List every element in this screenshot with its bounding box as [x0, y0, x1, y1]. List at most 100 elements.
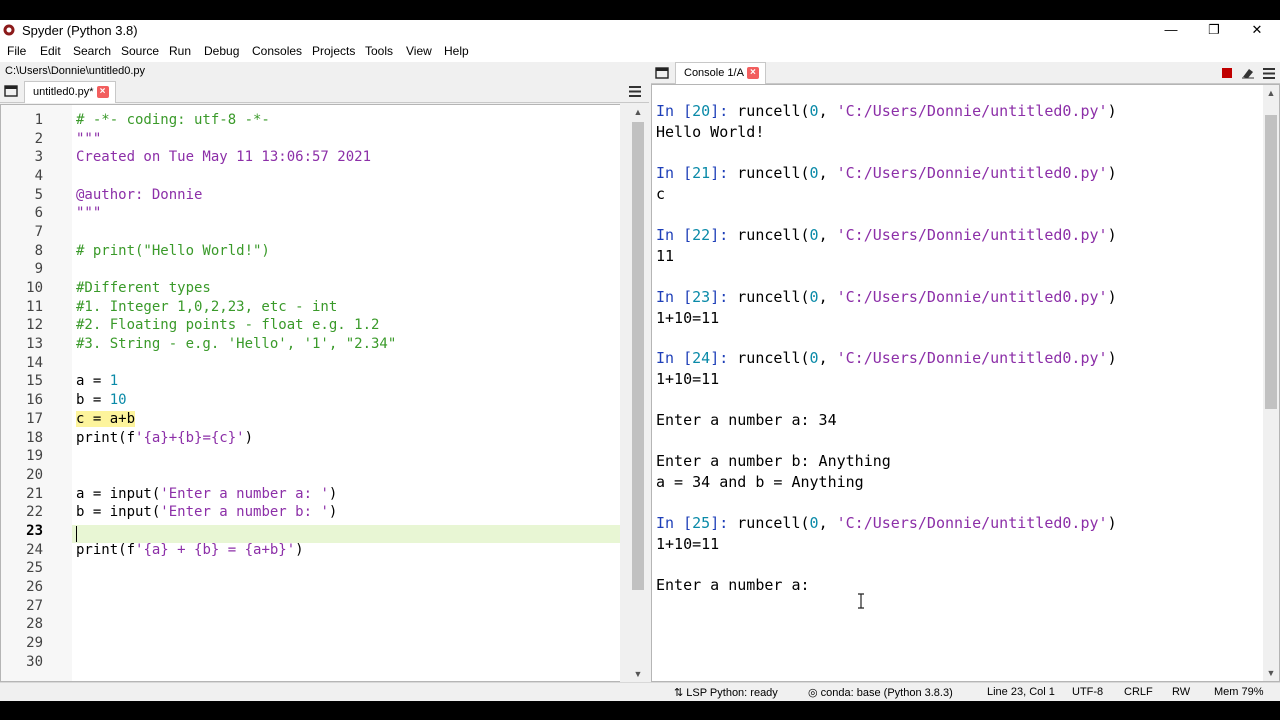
line-number: 16	[26, 392, 43, 408]
menu-bar: File Edit Search Source Run Debug Consol…	[0, 42, 1280, 62]
scroll-down-icon[interactable]: ▼	[630, 666, 646, 682]
menu-run[interactable]: Run	[169, 44, 191, 58]
menu-edit[interactable]: Edit	[40, 44, 61, 58]
status-bar: ⇅ LSP Python: ready ◎ conda: base (Pytho…	[0, 682, 1280, 701]
code-line: #2. Floating points - float e.g. 1.2	[76, 317, 380, 333]
line-number: 11	[26, 299, 43, 315]
console-output-line: 11	[656, 247, 675, 265]
tab-untitled0[interactable]: untitled0.py* ×	[24, 81, 116, 103]
console-prompt-line: Enter a number a:	[656, 576, 810, 594]
line-number: 9	[34, 261, 43, 277]
line-number: 17	[26, 411, 43, 427]
options-menu-icon[interactable]	[629, 86, 641, 97]
line-number: 1	[34, 112, 43, 128]
line-number: 12	[26, 317, 43, 333]
stop-icon[interactable]	[1222, 68, 1232, 78]
console-output-line: c	[656, 185, 666, 203]
title-bar: Spyder (Python 3.8) — ❐ ✕	[0, 20, 1280, 42]
line-number: 5	[34, 187, 43, 203]
menu-tools[interactable]: Tools	[365, 44, 393, 58]
code-line: print(f'{a}+{b}={c}')	[76, 430, 254, 446]
options-menu-icon[interactable]	[1263, 68, 1275, 79]
minimize-button[interactable]: —	[1151, 20, 1191, 42]
code-line: """	[76, 205, 102, 221]
menu-projects[interactable]: Projects	[312, 44, 355, 58]
file-path: C:\Users\Donnie\untitled0.py	[5, 65, 146, 77]
console-output-line: Enter a number a: 34	[656, 411, 837, 429]
code-line: print(f'{a} + {b} = {a+b}')	[76, 542, 304, 558]
menu-search[interactable]: Search	[73, 44, 111, 58]
menu-consoles[interactable]: Consoles	[252, 44, 302, 58]
line-number: 4	[34, 168, 43, 184]
file-encoding: UTF-8	[1072, 686, 1104, 698]
spyder-logo-icon	[3, 24, 15, 36]
line-number: 21	[26, 486, 43, 502]
console-pane: Console 1/A × In [20]: runcell(0, 'C:/Use…	[651, 62, 1280, 682]
console-output-line: Enter a number b: Anything	[656, 452, 891, 470]
console-scrollbar[interactable]: ▲ ▼	[1263, 85, 1279, 681]
code-line: a = 1	[76, 373, 119, 389]
text-caret	[76, 526, 77, 542]
menu-debug[interactable]: Debug	[204, 44, 239, 58]
console-input-line: In [22]: runcell(0, 'C:/Users/Donnie/unt…	[656, 226, 1117, 244]
close-tab-icon[interactable]: ×	[746, 67, 759, 80]
line-number: 8	[34, 243, 43, 259]
editor-pane: C:\Users\Donnie\untitled0.py untitled0.p…	[0, 62, 649, 682]
line-number: 15	[26, 373, 43, 389]
browse-tabs-icon[interactable]	[4, 85, 18, 97]
scroll-up-icon[interactable]: ▲	[1263, 85, 1279, 101]
console-input-line: In [25]: runcell(0, 'C:/Users/Donnie/unt…	[656, 514, 1117, 532]
current-line-highlight	[72, 525, 620, 543]
menu-file[interactable]: File	[7, 44, 26, 58]
close-tab-icon[interactable]: ×	[96, 86, 109, 99]
line-number: 20	[26, 467, 43, 483]
lsp-icon: ⇅	[674, 687, 684, 699]
line-number: 30	[26, 654, 43, 670]
console-input-line: In [23]: runcell(0, 'C:/Users/Donnie/unt…	[656, 288, 1117, 306]
line-endings: CRLF	[1124, 686, 1153, 698]
tab-console[interactable]: Console 1/A ×	[675, 62, 766, 84]
menu-source[interactable]: Source	[121, 44, 159, 58]
conda-status-text: conda: base (Python 3.8.3)	[820, 687, 953, 699]
lsp-status: ⇅ LSP Python: ready	[674, 686, 778, 699]
lsp-status-text: LSP Python: ready	[686, 687, 778, 699]
code-editor[interactable]: 1 2 3 4 5 6 7 8 9 10 11 12 13 14 15 16 1…	[0, 104, 620, 682]
window-title: Spyder (Python 3.8)	[22, 23, 138, 38]
tab-label: Console 1/A	[684, 67, 744, 79]
ipython-console[interactable]: In [20]: runcell(0, 'C:/Users/Donnie/unt…	[651, 84, 1280, 682]
editor-scrollbar[interactable]: ▲ ▼	[630, 104, 646, 682]
menu-view[interactable]: View	[406, 44, 432, 58]
scroll-down-icon[interactable]: ▼	[1263, 665, 1279, 681]
code-line: # print("Hello World!")	[76, 243, 270, 259]
console-output-line: Hello World!	[656, 123, 765, 141]
scroll-thumb[interactable]	[632, 122, 644, 590]
spyder-window: Spyder (Python 3.8) — ❐ ✕ File Edit Sear…	[0, 20, 1280, 701]
editor-tab-bar: untitled0.py* ×	[0, 81, 649, 103]
code-line: #3. String - e.g. 'Hello', '1', "2.34"	[76, 336, 397, 352]
menu-help[interactable]: Help	[444, 44, 469, 58]
line-number: 24	[26, 542, 43, 558]
scroll-thumb[interactable]	[1265, 115, 1277, 409]
line-number: 22	[26, 504, 43, 520]
console-input-line: In [24]: runcell(0, 'C:/Users/Donnie/unt…	[656, 349, 1117, 367]
line-number: 6	[34, 205, 43, 221]
line-number: 27	[26, 598, 43, 614]
line-number: 3	[34, 149, 43, 165]
memory-usage: Mem 79%	[1214, 686, 1264, 698]
console-output-line: a = 34 and b = Anything	[656, 473, 864, 491]
code-line: @author: Donnie	[76, 187, 203, 203]
scroll-up-icon[interactable]: ▲	[630, 104, 646, 120]
code-line: #Different types	[76, 280, 211, 296]
line-number-current: 23	[26, 523, 43, 539]
line-number: 10	[26, 280, 43, 296]
line-number: 29	[26, 635, 43, 651]
close-window-button[interactable]: ✕	[1237, 20, 1277, 42]
line-number-gutter: 1 2 3 4 5 6 7 8 9 10 11 12 13 14 15 16 1…	[1, 105, 72, 681]
maximize-button[interactable]: ❐	[1194, 20, 1234, 42]
console-output-line: 1+10=11	[656, 370, 720, 388]
line-number: 26	[26, 579, 43, 595]
eraser-icon[interactable]	[1241, 67, 1255, 79]
conda-status: ◎ conda: base (Python 3.8.3)	[808, 686, 953, 699]
browse-tabs-icon[interactable]	[655, 67, 669, 79]
code-line: a = input('Enter a number a: ')	[76, 486, 338, 502]
